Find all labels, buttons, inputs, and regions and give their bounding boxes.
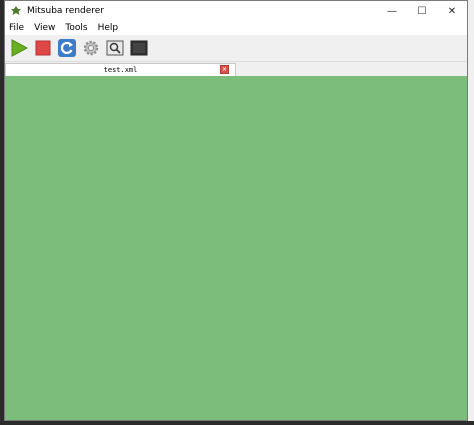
maximize-button[interactable]: ☐ bbox=[407, 1, 437, 21]
mitsuba-app-icon bbox=[9, 4, 23, 18]
minimize-button[interactable]: — bbox=[377, 1, 407, 21]
title-bar[interactable]: Mitsuba renderer — ☐ ✕ bbox=[5, 1, 467, 21]
console-icon bbox=[130, 40, 148, 56]
background-scrollbar-strip bbox=[467, 0, 474, 425]
tab-bar: test.xml ✕ bbox=[5, 62, 467, 76]
close-button[interactable]: ✕ bbox=[437, 1, 467, 21]
inspect-button[interactable] bbox=[104, 37, 126, 59]
settings-button[interactable] bbox=[80, 37, 102, 59]
tab-test-xml[interactable]: test.xml ✕ bbox=[5, 63, 236, 76]
menu-bar: File View Tools Help bbox=[5, 21, 467, 35]
render-stop-button[interactable] bbox=[32, 37, 54, 59]
refresh-button[interactable] bbox=[56, 37, 78, 59]
gear-icon bbox=[83, 40, 99, 56]
mitsuba-window: Mitsuba renderer — ☐ ✕ File View Tools H… bbox=[4, 0, 468, 421]
inspect-icon bbox=[106, 40, 124, 56]
window-title: Mitsuba renderer bbox=[27, 6, 105, 16]
background-editor-bottom bbox=[0, 421, 474, 425]
menu-tools[interactable]: Tools bbox=[60, 23, 92, 33]
refresh-icon bbox=[58, 39, 76, 57]
tab-label: test.xml bbox=[103, 66, 138, 74]
stop-icon bbox=[35, 40, 51, 56]
tab-close-icon[interactable]: ✕ bbox=[220, 65, 229, 74]
menu-help[interactable]: Help bbox=[93, 23, 124, 33]
play-icon bbox=[11, 39, 28, 57]
console-button[interactable] bbox=[128, 37, 150, 59]
toolbar bbox=[5, 35, 467, 62]
render-preview-area[interactable] bbox=[5, 76, 467, 420]
render-start-button[interactable] bbox=[8, 37, 30, 59]
menu-view[interactable]: View bbox=[29, 23, 60, 33]
menu-file[interactable]: File bbox=[5, 23, 29, 33]
